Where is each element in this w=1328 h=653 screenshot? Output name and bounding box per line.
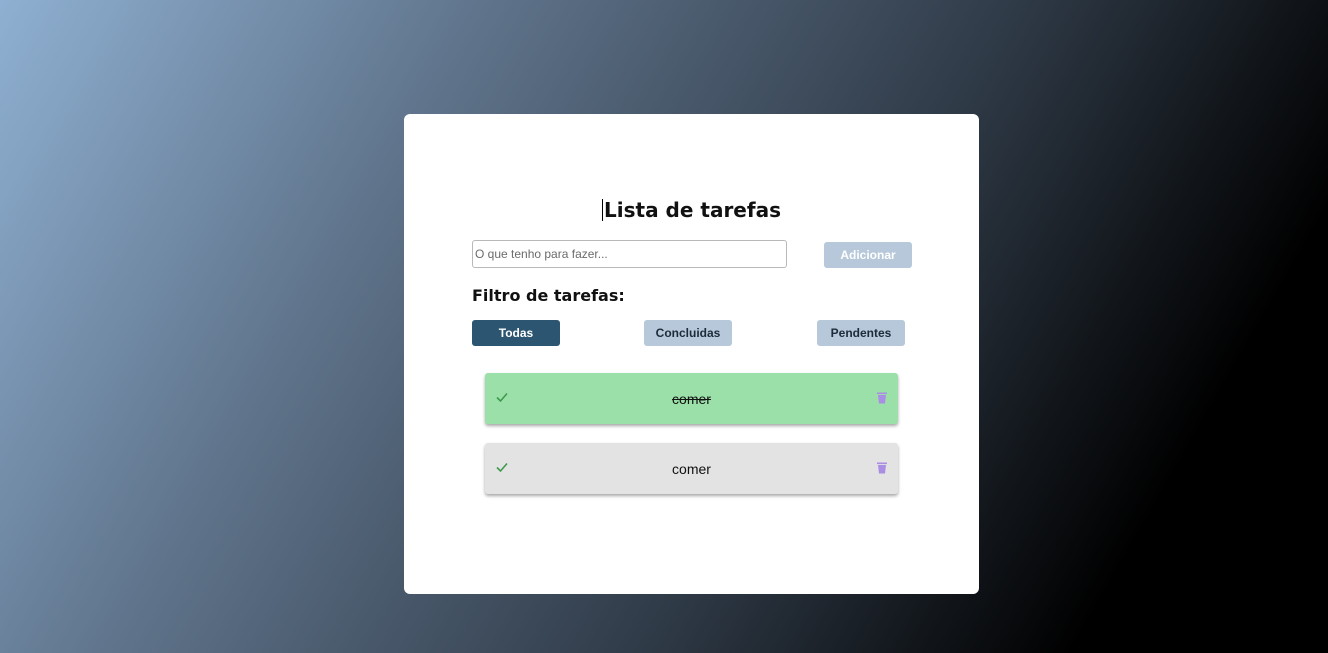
trash-icon[interactable] [876, 462, 888, 474]
filter-label: Filtro de tarefas: [472, 286, 625, 305]
task-text: comer [672, 461, 711, 477]
trash-icon[interactable] [876, 392, 888, 404]
add-task-button[interactable]: Adicionar [824, 242, 912, 268]
task-text: comer [672, 391, 711, 407]
task-item: comer [485, 443, 898, 494]
page-title-text: Lista de tarefas [604, 198, 781, 222]
text-caret [602, 199, 604, 221]
todo-card: Lista de tarefas Adicionar Filtro de tar… [404, 114, 979, 594]
task-item: comer [485, 373, 898, 424]
filter-all-button[interactable]: Todas [472, 320, 560, 346]
filter-pending-button[interactable]: Pendentes [817, 320, 905, 346]
page-title: Lista de tarefas [404, 198, 979, 222]
filter-completed-button[interactable]: Concluidas [644, 320, 732, 346]
task-input[interactable] [472, 240, 787, 268]
